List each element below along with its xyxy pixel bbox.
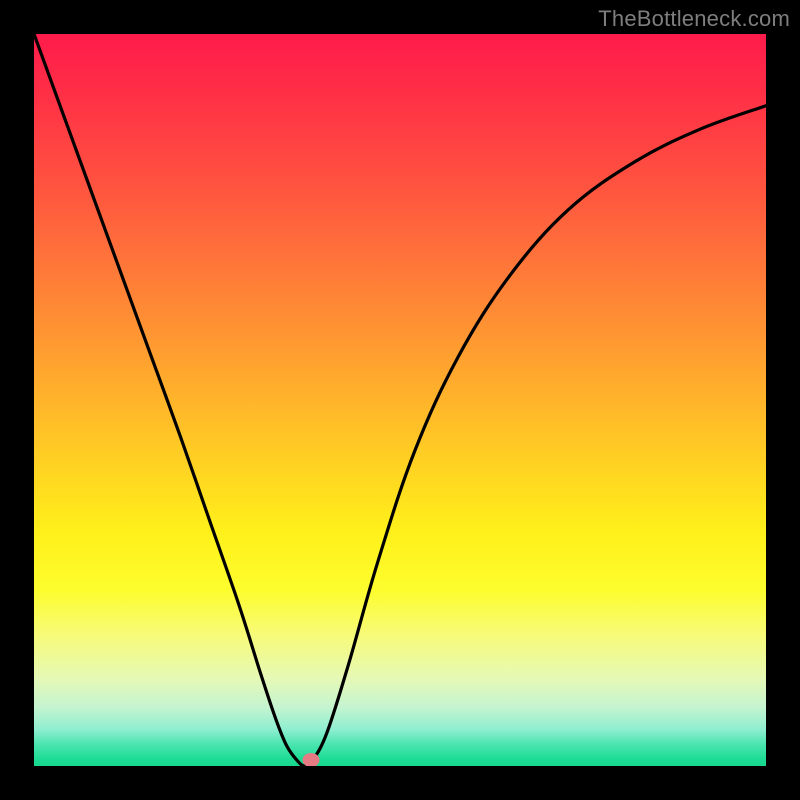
chart-frame: TheBottleneck.com	[0, 0, 800, 800]
marker-dot	[302, 753, 319, 766]
attribution-text: TheBottleneck.com	[598, 6, 790, 32]
curve-layer	[34, 34, 766, 766]
plot-area	[34, 34, 766, 766]
bottleneck-curve	[34, 34, 766, 766]
